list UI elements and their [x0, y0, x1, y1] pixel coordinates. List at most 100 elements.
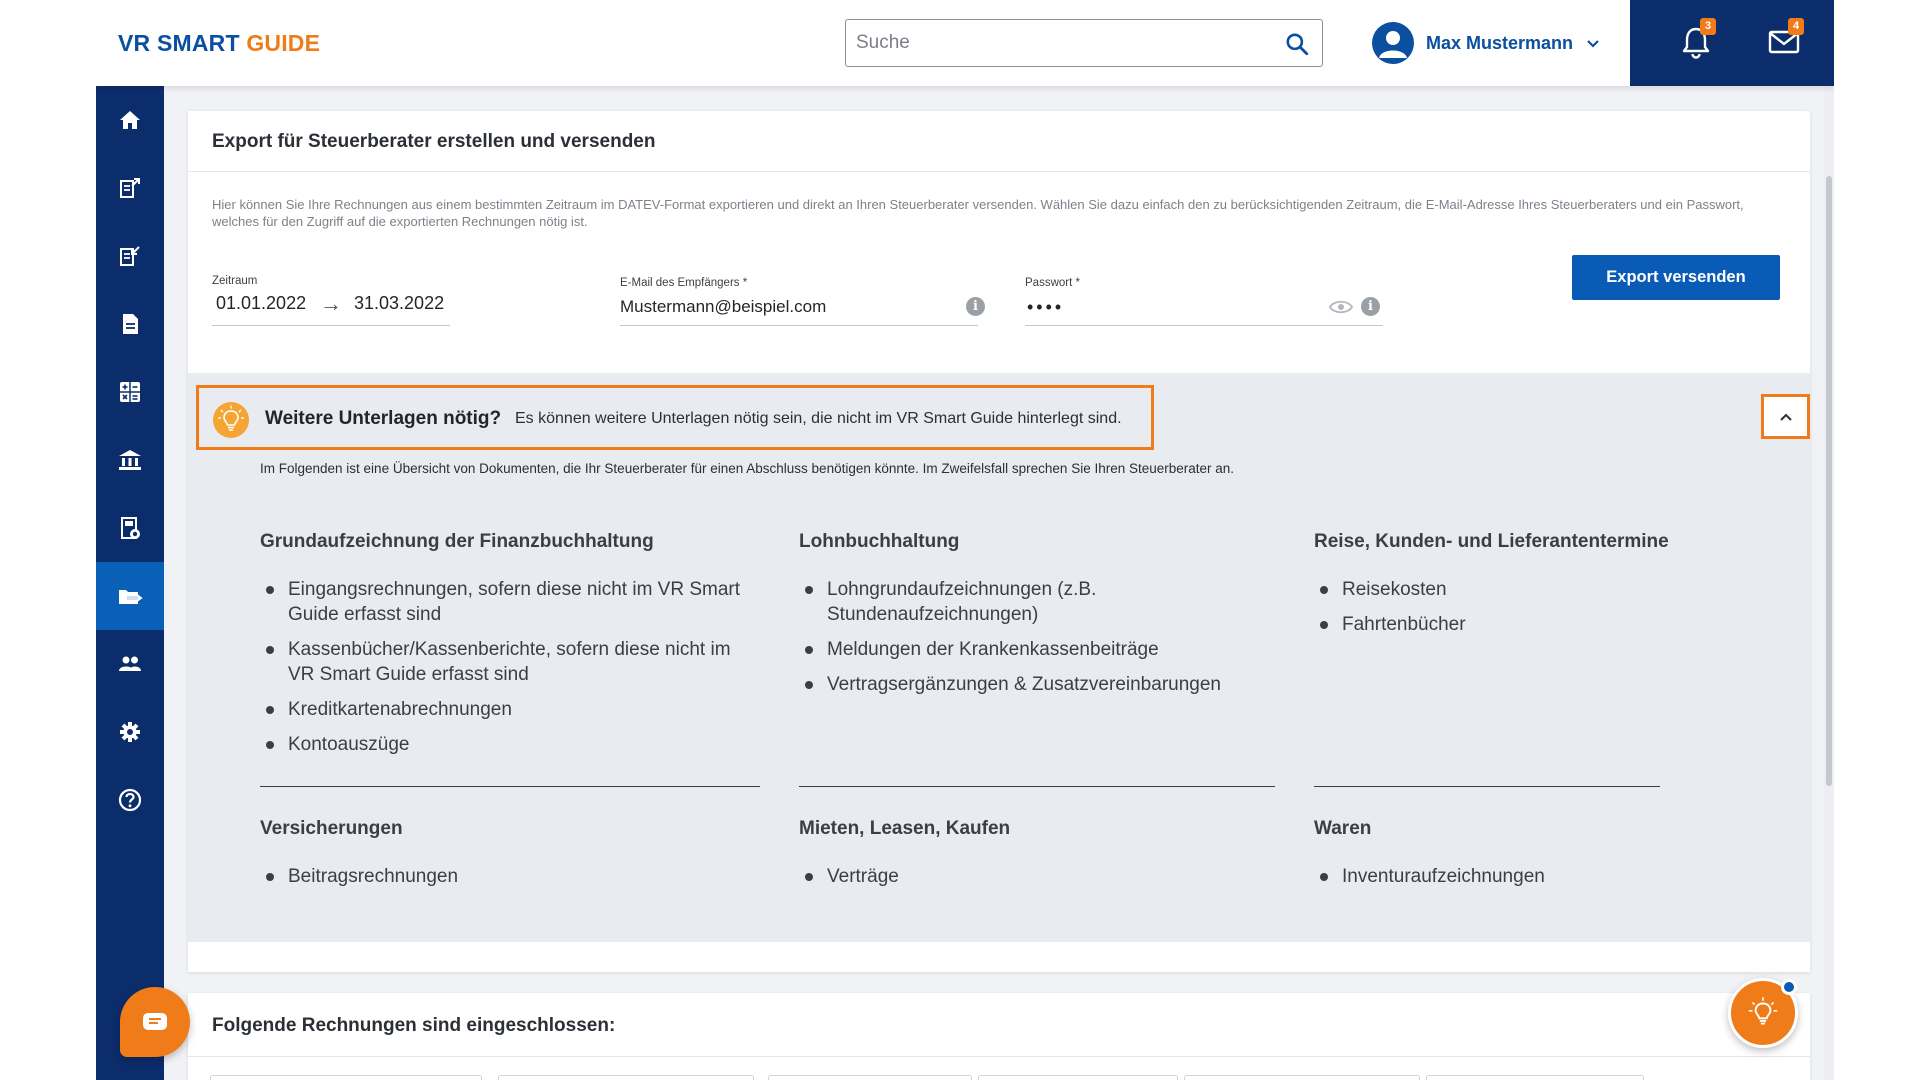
column-header[interactable] [210, 1075, 482, 1080]
info-icon[interactable]: i [966, 297, 985, 316]
search-box [845, 19, 1323, 67]
password-label: Passwort * [1025, 277, 1080, 289]
logo-text-guide: GUIDE [246, 30, 321, 56]
column-header[interactable] [1426, 1075, 1644, 1080]
notifications-badge: 3 [1700, 18, 1716, 35]
list-item: Kreditkartenabrechnungen [260, 697, 760, 722]
password-field[interactable]: Passwort * •••• i [1025, 275, 1383, 335]
category-title: Lohnbuchhaltung [799, 531, 960, 552]
doc-category: Lohnbuchhaltung Lohngrundaufzeichnungen … [799, 531, 1279, 707]
invoice-in-icon [120, 246, 140, 266]
export-title: Export für Steuerberater erstellen und v… [212, 131, 656, 152]
avatar-icon [1372, 22, 1414, 64]
chevron-down-icon [1587, 40, 1599, 48]
gear-icon [120, 722, 140, 742]
sidebar-item-home[interactable] [96, 86, 164, 154]
help-icon [118, 788, 142, 812]
top-header: VR SMART GUIDE Max Mustermann [96, 0, 1834, 86]
password-input[interactable]: •••• [1027, 297, 1064, 318]
user-menu[interactable]: Max Mustermann [1372, 21, 1601, 65]
period-label: Zeitraum [212, 275, 258, 287]
search-icon[interactable] [1284, 31, 1310, 57]
logo-text-vr: VR SMART [118, 30, 247, 56]
column-header[interactable] [978, 1075, 1178, 1080]
sidebar-item-contacts[interactable] [96, 630, 164, 698]
list-item: Vertragsergänzungen & Zusatzvereinbarung… [799, 672, 1279, 697]
date-to[interactable]: 31.03.2022 [354, 293, 444, 314]
notifications-button[interactable]: 3 [1674, 18, 1718, 64]
list-item: Verträge [799, 864, 1279, 889]
chat-button[interactable] [120, 987, 190, 1057]
invoices-title: Folgende Rechnungen sind eingeschlossen: [212, 1015, 616, 1036]
doc-category: Versicherungen Beitragsrechnungen [260, 818, 760, 899]
invoice-out-icon [120, 178, 140, 198]
document-icon [123, 314, 138, 334]
period-field[interactable]: Zeitraum 01.01.2022 → 31.03.2022 [212, 275, 452, 335]
folder-export-icon [119, 590, 143, 604]
divider [188, 171, 1810, 172]
sidebar-item-incoming[interactable] [96, 222, 164, 290]
hint-text: Es können weitere Unterlagen nötig sein,… [515, 410, 1122, 427]
tips-indicator-dot [1781, 979, 1797, 995]
sidebar-item-outgoing[interactable] [96, 154, 164, 222]
date-from[interactable]: 01.01.2022 [216, 293, 306, 314]
messages-badge: 4 [1788, 18, 1804, 35]
user-name: Max Mustermann [1426, 32, 1574, 53]
email-label: E-Mail des Empfängers * [620, 277, 748, 289]
list-item: Fahrtenbücher [1314, 612, 1694, 637]
app-window: VR SMART GUIDE Max Mustermann [96, 0, 1834, 1080]
email-underline [620, 325, 978, 326]
doc-category: Grundaufzeichnung der Finanzbuchhaltung … [260, 531, 760, 767]
list-item: Meldungen der Krankenkassenbeiträge [799, 637, 1279, 662]
column-header[interactable] [1184, 1075, 1420, 1080]
scrollbar-thumb[interactable] [1826, 176, 1832, 786]
sidebar [96, 86, 164, 1080]
chat-icon [143, 1013, 167, 1030]
hint-title: Weitere Unterlagen nötig? [265, 408, 502, 429]
email-input[interactable]: Mustermann@beispiel.com [620, 297, 826, 317]
column-divider [1314, 786, 1660, 787]
calculator-icon [120, 382, 140, 402]
sidebar-item-documents[interactable] [96, 290, 164, 358]
password-info-icon[interactable]: i [1361, 297, 1380, 316]
search-input[interactable] [856, 29, 1256, 57]
sidebar-item-export[interactable] [96, 562, 164, 630]
category-title: Reise, Kunden- und Lieferantentermine [1314, 531, 1669, 552]
column-header[interactable] [768, 1075, 972, 1080]
sidebar-item-bank[interactable] [96, 426, 164, 494]
password-underline [1025, 325, 1383, 326]
list-item: Eingangsrechnungen, sofern diese nicht i… [260, 577, 760, 627]
ledger-icon [121, 517, 140, 539]
hint-banner: Weitere Unterlagen nötig? Es können weit… [196, 385, 1154, 450]
arrow-right-icon: → [320, 291, 342, 316]
app-logo[interactable]: VR SMART GUIDE [118, 30, 320, 57]
lightbulb-icon [1748, 997, 1778, 1025]
collapse-button[interactable] [1761, 394, 1810, 439]
tips-button[interactable] [1728, 978, 1798, 1048]
scrollbar[interactable] [1824, 86, 1834, 1080]
export-send-button[interactable]: Export versenden [1572, 255, 1780, 300]
export-card: Export für Steuerberater erstellen und v… [188, 111, 1810, 972]
eye-icon[interactable] [1329, 299, 1353, 315]
sidebar-item-calculator[interactable] [96, 358, 164, 426]
list-item: Inventuraufzeichnungen [1314, 864, 1694, 889]
category-title: Versicherungen [260, 818, 403, 839]
sidebar-item-help[interactable] [96, 766, 164, 834]
header-actions: 3 4 [1630, 0, 1834, 86]
category-title: Mieten, Leasen, Kaufen [799, 818, 1011, 839]
email-field[interactable]: E-Mail des Empfängers * Mustermann@beisp… [620, 275, 998, 335]
messages-button[interactable]: 4 [1762, 18, 1806, 64]
column-header[interactable] [498, 1075, 754, 1080]
category-title: Waren [1314, 818, 1372, 839]
sidebar-item-settings[interactable] [96, 698, 164, 766]
bank-icon [119, 450, 141, 470]
doc-category: Mieten, Leasen, Kaufen Verträge [799, 818, 1279, 899]
export-description: Hier können Sie Ihre Rechnungen aus eine… [212, 197, 1744, 229]
users-icon [119, 656, 141, 671]
doc-category: Waren Inventuraufzeichnungen [1314, 818, 1694, 899]
sidebar-item-accounting[interactable] [96, 494, 164, 562]
lightbulb-icon [213, 402, 249, 438]
list-item: Reisekosten [1314, 577, 1694, 602]
panel-intro: Im Folgenden ist eine Übersicht von Doku… [260, 461, 1235, 476]
list-item: Kassenbücher/Kassenberichte, sofern dies… [260, 637, 760, 687]
